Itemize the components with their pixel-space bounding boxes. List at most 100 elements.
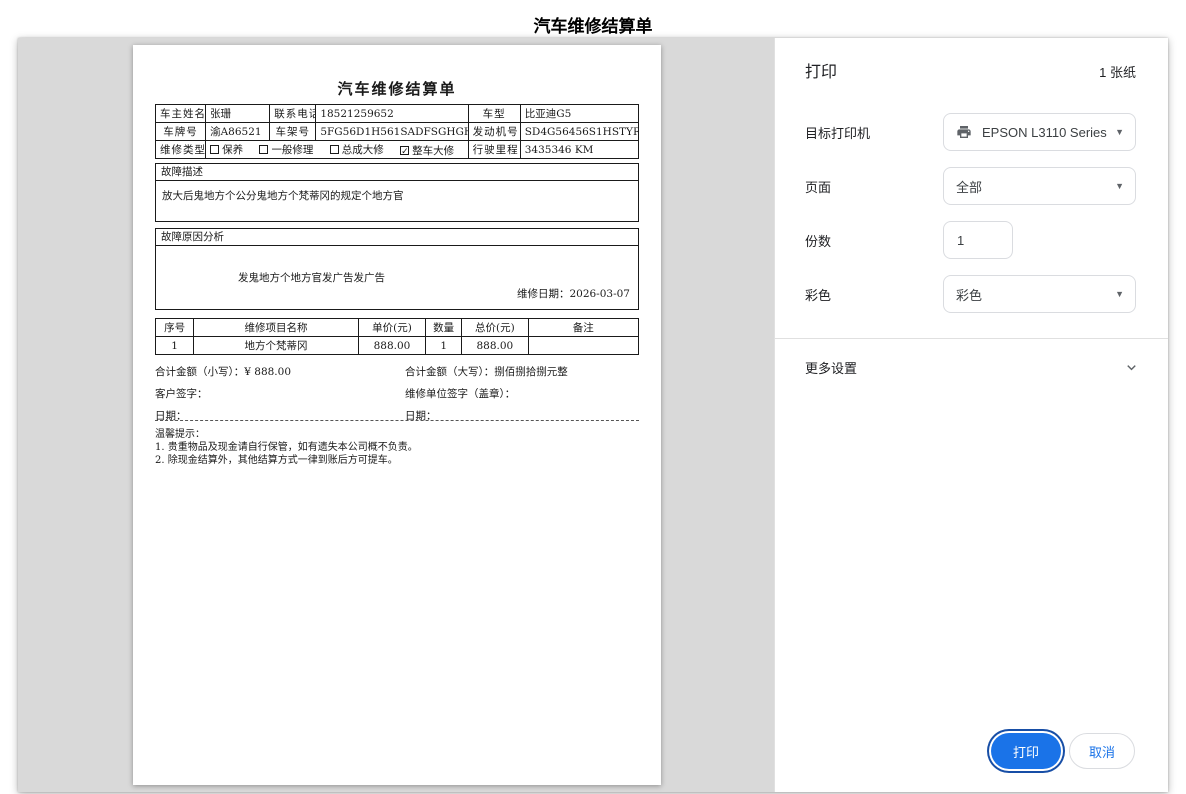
settings-divider — [775, 338, 1168, 339]
copies-row: 份数 — [805, 221, 1136, 259]
table-row: 1 地方个梵蒂冈 888.00 1 888.00 — [156, 337, 639, 355]
checkbox-option: 总成大修 — [330, 142, 384, 157]
item-total-price: 888.00 — [462, 337, 528, 355]
chevron-down-icon — [1123, 359, 1140, 376]
cancel-button[interactable]: 取消 — [1069, 733, 1135, 769]
dialog-footer: 打印 取消 — [775, 733, 1135, 769]
phone-label: 联系电话 — [270, 105, 316, 123]
notes-line: 1. 贵重物品及现金请自行保管，如有遗失本公司概不负责。 — [155, 441, 639, 454]
color-value: 彩色 — [956, 285, 982, 304]
col-header: 维修项目名称 — [194, 319, 359, 337]
print-preview-pane: 汽车维修结算单 车主姓名 张珊 联系电话 18521259652 车型 比亚迪G… — [18, 38, 775, 792]
phone-value: 18521259652 — [316, 105, 468, 123]
pages-select[interactable]: 全部 ▼ — [943, 167, 1136, 205]
item-unit-price: 888.00 — [358, 337, 425, 355]
print-button[interactable]: 打印 — [991, 733, 1061, 769]
fault-analysis-label: 故障原因分析 — [156, 229, 638, 246]
date-row: 日期： 日期： — [155, 404, 639, 426]
repair-type-label: 维修类型 — [156, 141, 206, 159]
table-row: 车主姓名 张珊 联系电话 18521259652 车型 比亚迪G5 — [156, 105, 639, 123]
item-seq: 1 — [156, 337, 194, 355]
copies-input[interactable] — [943, 221, 1013, 259]
unit-signature-label: 维修单位签字（盖章）： — [405, 386, 639, 401]
checkbox-option: 一般修理 — [259, 142, 313, 157]
totals-amount-row: 合计金额（小写）：¥ 888.00 合计金额（大写）：捌佰捌拾捌元整 — [155, 360, 639, 382]
checkbox-option: 保养 — [210, 142, 243, 157]
checkbox-checked-icon: ✓ — [400, 146, 409, 155]
destination-value: EPSON L3110 Series — [982, 125, 1107, 140]
pages-value: 全部 — [956, 177, 982, 196]
table-row: 车牌号 渝A86521 车架号 5FG56D1H561SADFSGHGHJ 发动… — [156, 123, 639, 141]
dialog-title: 打印 — [805, 58, 837, 82]
fault-description-content: 放大后鬼地方个公分鬼地方个梵蒂冈的规定个地方官 — [156, 181, 638, 203]
notes-line: 2. 除现金结算外，其他结算方式一律到账后方可提车。 — [155, 454, 639, 467]
item-name: 地方个梵蒂冈 — [194, 337, 359, 355]
plate-value: 渝A86521 — [206, 123, 270, 141]
model-value: 比亚迪G5 — [520, 105, 638, 123]
col-header: 总价(元) — [462, 319, 528, 337]
repair-date: 维修日期：2026-03-07 — [517, 286, 630, 301]
settings-header: 打印 1 张纸 — [805, 58, 1136, 82]
checkbox-icon — [210, 145, 219, 154]
fault-analysis-box: 故障原因分析 发鬼地方个地方官发广告发广告 维修日期：2026-03-07 — [155, 228, 639, 310]
total-amount-numeric: 合计金额（小写）：¥ 888.00 — [155, 364, 405, 379]
col-header: 数量 — [426, 319, 462, 337]
print-settings-pane: 打印 1 张纸 目标打印机 EPSON L3110 Series ▼ 页面 全部… — [775, 38, 1168, 792]
pages-label: 页面 — [805, 177, 831, 196]
document-title: 汽车维修结算单 — [133, 78, 661, 99]
vin-label: 车架号 — [270, 123, 316, 141]
notes-section: 温馨提示： 1. 贵重物品及现金请自行保管，如有遗失本公司概不负责。 2. 除现… — [155, 428, 639, 467]
fault-analysis-content: 发鬼地方个地方官发广告发广告 — [156, 246, 638, 285]
item-remark — [528, 337, 639, 355]
checkbox-option-checked: ✓ 整车大修 — [400, 143, 454, 158]
totals-section: 合计金额（小写）：¥ 888.00 合计金额（大写）：捌佰捌拾捌元整 客户签字：… — [155, 360, 639, 426]
destination-label: 目标打印机 — [805, 123, 870, 142]
color-select[interactable]: 彩色 ▼ — [943, 275, 1136, 313]
owner-value: 张珊 — [206, 105, 270, 123]
checkbox-icon — [259, 145, 268, 154]
fault-description-label: 故障描述 — [156, 164, 638, 181]
dropdown-caret-icon: ▼ — [1115, 181, 1124, 191]
notes-title: 温馨提示： — [155, 428, 639, 441]
more-settings-toggle[interactable]: 更多设置 — [805, 350, 1140, 384]
vin-value: 5FG56D1H561SADFSGHGHJ — [316, 123, 468, 141]
checkbox-icon — [330, 145, 339, 154]
col-header: 单价(元) — [358, 319, 425, 337]
repair-type-options: 保养 一般修理 总成大修 ✓ 整车大修 — [206, 141, 469, 159]
dropdown-caret-icon: ▼ — [1115, 127, 1124, 137]
fault-description-box: 故障描述 放大后鬼地方个公分鬼地方个梵蒂冈的规定个地方官 — [155, 163, 639, 222]
engine-label: 发动机号 — [468, 123, 520, 141]
mileage-value: 3435346 KM — [520, 141, 638, 159]
table-header-row: 序号 维修项目名称 单价(元) 数量 总价(元) 备注 — [156, 319, 639, 337]
checkbox-label: 一般修理 — [271, 142, 313, 157]
vehicle-info-table: 车主姓名 张珊 联系电话 18521259652 车型 比亚迪G5 车牌号 渝A… — [155, 104, 639, 159]
item-qty: 1 — [426, 337, 462, 355]
color-label: 彩色 — [805, 285, 831, 304]
plate-label: 车牌号 — [156, 123, 206, 141]
more-settings-label: 更多设置 — [805, 358, 857, 377]
col-header: 备注 — [528, 319, 639, 337]
pages-row: 页面 全部 ▼ — [805, 167, 1136, 205]
page-title: 汽车维修结算单 — [0, 12, 1186, 37]
engine-value: SD4G56456S1HSTYRT — [520, 123, 638, 141]
dropdown-caret-icon: ▼ — [1115, 289, 1124, 299]
copies-label: 份数 — [805, 231, 831, 250]
signature-row: 客户签字： 维修单位签字（盖章）： — [155, 382, 639, 404]
printer-icon — [956, 124, 972, 140]
checkbox-label: 保养 — [222, 142, 243, 157]
total-amount-words: 合计金额（大写）：捌佰捌拾捌元整 — [405, 364, 639, 379]
dashed-divider — [155, 420, 639, 421]
col-header: 序号 — [156, 319, 194, 337]
sheet-count: 1 张纸 — [1099, 62, 1136, 81]
document-page: 汽车维修结算单 车主姓名 张珊 联系电话 18521259652 车型 比亚迪G… — [133, 45, 661, 785]
table-row: 维修类型 保养 一般修理 总成大修 — [156, 141, 639, 159]
model-label: 车型 — [468, 105, 520, 123]
destination-select[interactable]: EPSON L3110 Series ▼ — [943, 113, 1136, 151]
checkbox-label: 整车大修 — [412, 143, 454, 158]
print-dialog: 汽车维修结算单 车主姓名 张珊 联系电话 18521259652 车型 比亚迪G… — [18, 38, 1168, 792]
customer-signature-label: 客户签字： — [155, 386, 405, 401]
checkbox-label: 总成大修 — [342, 142, 384, 157]
mileage-label: 行驶里程 — [468, 141, 520, 159]
owner-label: 车主姓名 — [156, 105, 206, 123]
destination-row: 目标打印机 EPSON L3110 Series ▼ — [805, 113, 1136, 151]
